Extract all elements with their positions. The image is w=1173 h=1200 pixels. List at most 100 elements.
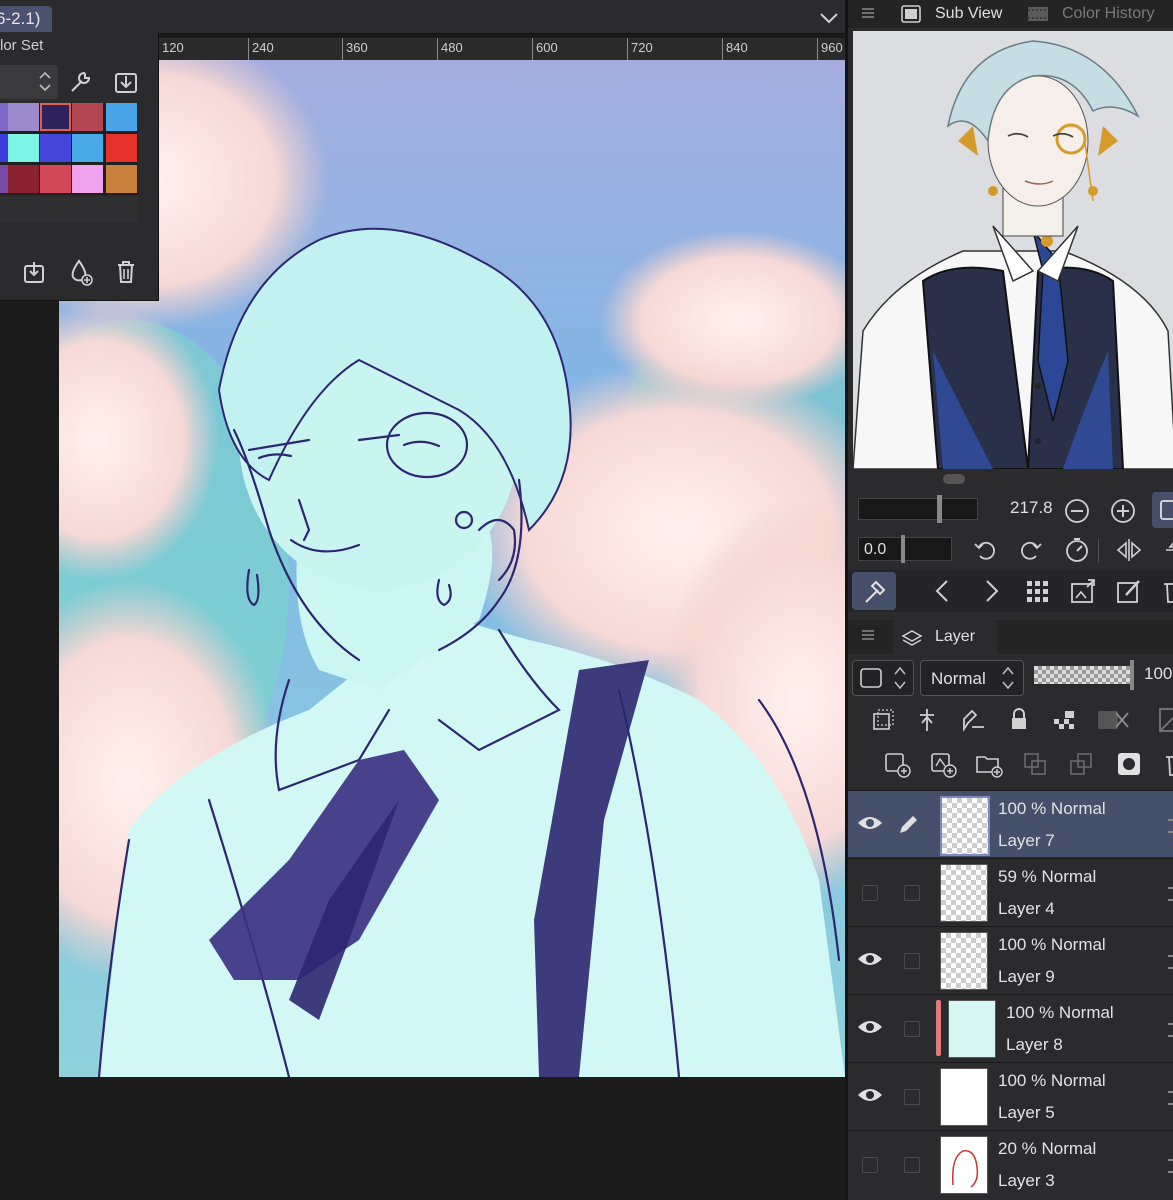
subview-reference-image[interactable]: [853, 31, 1173, 469]
eye-icon[interactable]: [856, 811, 884, 835]
mask-toggle-icon[interactable]: [1094, 705, 1134, 735]
transfer-down-icon[interactable]: [1020, 749, 1050, 779]
layer-row[interactable]: 100 % Normal Layer 7: [848, 790, 1173, 857]
drag-handle-icon[interactable]: [1168, 1159, 1173, 1173]
eye-icon[interactable]: [856, 947, 884, 971]
canvas-artwork[interactable]: [59, 60, 845, 1077]
rotate-right-icon[interactable]: [1016, 535, 1046, 565]
ruler-toggle-icon[interactable]: [1156, 705, 1173, 735]
ruler-tick: 960: [817, 38, 843, 60]
edit-target-checkbox[interactable]: [904, 1021, 920, 1037]
clip-to-layer-icon[interactable]: [868, 705, 898, 735]
layer-name: Layer 9: [998, 967, 1055, 986]
new-folder-icon[interactable]: [974, 749, 1004, 779]
drag-handle-icon[interactable]: [1168, 887, 1173, 901]
delete-layer-icon[interactable]: [1160, 749, 1173, 779]
opacity-slider[interactable]: [1034, 660, 1134, 690]
zoom-out-icon[interactable]: [1062, 496, 1092, 526]
import-image-icon[interactable]: [1068, 576, 1098, 606]
color-swatch[interactable]: [72, 165, 103, 193]
rotate-left-icon[interactable]: [970, 535, 1000, 565]
color-set-selector[interactable]: [0, 65, 58, 99]
edit-target-checkbox[interactable]: [904, 1157, 920, 1173]
visibility-checkbox[interactable]: [862, 885, 878, 901]
layer-thumbnail: [940, 864, 988, 922]
drag-handle-icon[interactable]: [1168, 1091, 1173, 1105]
eyedropper-icon[interactable]: [852, 572, 896, 610]
eye-icon[interactable]: [856, 1083, 884, 1107]
flip-horizontal-icon[interactable]: [1114, 535, 1144, 565]
color-swatch[interactable]: [40, 134, 71, 162]
layer-row[interactable]: 59 % Normal Layer 4: [848, 858, 1173, 925]
layer-row[interactable]: 100 % Normal Layer 8: [848, 994, 1173, 1061]
chevron-right-icon[interactable]: [976, 576, 1006, 606]
trash-icon[interactable]: [110, 256, 142, 288]
ruler-tick: 120: [158, 38, 184, 60]
blend-mode-select[interactable]: Normal: [920, 660, 1024, 696]
add-color-icon[interactable]: [64, 256, 96, 288]
draft-layer-icon[interactable]: [958, 705, 988, 735]
tab-color-history[interactable]: Color History: [1026, 2, 1154, 26]
panel-menu-icon[interactable]: [860, 628, 876, 642]
swatch-grid: [0, 103, 138, 195]
lock-transparency-icon[interactable]: [1050, 705, 1080, 735]
chevron-down-icon[interactable]: [817, 8, 841, 28]
document-tab[interactable]: 6-2.1): [0, 6, 53, 32]
visibility-checkbox[interactable]: [862, 1157, 878, 1173]
chevron-up-icon[interactable]: [38, 70, 52, 80]
new-raster-layer-icon[interactable]: [882, 749, 912, 779]
layer-lock-tools-row: [848, 700, 1173, 740]
color-swatch[interactable]: [40, 103, 71, 131]
layer-opacity-mode: 59 % Normal: [998, 867, 1097, 886]
delete-image-icon[interactable]: [1158, 576, 1173, 606]
new-vector-layer-icon[interactable]: [928, 749, 958, 779]
layer-row[interactable]: 100 % Normal Layer 5: [848, 1062, 1173, 1129]
wrench-settings-icon[interactable]: [64, 66, 96, 98]
zoom-slider[interactable]: [858, 495, 978, 523]
layer-color-selector[interactable]: [852, 660, 914, 696]
create-mask-icon[interactable]: [1114, 749, 1144, 779]
color-swatch[interactable]: [8, 165, 39, 193]
tab-sub-view[interactable]: Sub View: [900, 2, 1002, 26]
layer-opacity-mode: 20 % Normal: [998, 1139, 1097, 1158]
color-swatch[interactable]: [8, 134, 39, 162]
edit-image-icon[interactable]: [1114, 576, 1144, 606]
eye-icon[interactable]: [856, 1015, 884, 1039]
reference-layer-icon[interactable]: [912, 705, 942, 735]
layer-opacity-mode: 100 % Normal: [998, 935, 1106, 954]
rotation-slider[interactable]: 0.0: [858, 535, 952, 563]
color-swatch[interactable]: [72, 103, 103, 131]
edit-target-checkbox[interactable]: [904, 953, 920, 969]
layer-color-marker: [936, 1000, 941, 1056]
drag-handle-icon[interactable]: [1168, 955, 1173, 969]
subview-scroll-handle[interactable]: [943, 474, 965, 484]
blend-mode-value: Normal: [931, 669, 986, 688]
drag-handle-icon[interactable]: [1168, 1023, 1173, 1037]
panel-menu-icon[interactable]: [860, 6, 876, 20]
fit-to-view-icon[interactable]: [1152, 492, 1173, 528]
flip-vertical-icon[interactable]: [1162, 535, 1173, 565]
rotation-value: 0.0: [864, 541, 887, 558]
zoom-in-icon[interactable]: [1108, 496, 1138, 526]
edit-target-checkbox[interactable]: [904, 1089, 920, 1105]
chevron-down-icon[interactable]: [38, 83, 52, 93]
tab-layer[interactable]: Layer: [893, 620, 998, 654]
lock-icon[interactable]: [1004, 705, 1034, 735]
replace-color-icon[interactable]: [18, 256, 50, 288]
drag-handle-icon[interactable]: [1168, 819, 1173, 833]
grid-icon[interactable]: [1022, 576, 1052, 606]
color-swatch[interactable]: [106, 103, 137, 131]
merge-down-icon[interactable]: [1066, 749, 1096, 779]
color-swatch[interactable]: [106, 134, 137, 162]
layer-row[interactable]: 20 % Normal Layer 3: [848, 1130, 1173, 1197]
chevron-left-icon[interactable]: [928, 576, 958, 606]
reset-rotation-icon[interactable]: [1062, 535, 1092, 565]
color-swatch[interactable]: [40, 165, 71, 193]
subview-tool-row: [848, 570, 1173, 612]
import-icon[interactable]: [110, 66, 142, 98]
color-swatch[interactable]: [8, 103, 39, 131]
color-swatch[interactable]: [106, 165, 137, 193]
edit-target-checkbox[interactable]: [904, 885, 920, 901]
layer-row[interactable]: 100 % Normal Layer 9: [848, 926, 1173, 993]
color-swatch[interactable]: [72, 134, 103, 162]
